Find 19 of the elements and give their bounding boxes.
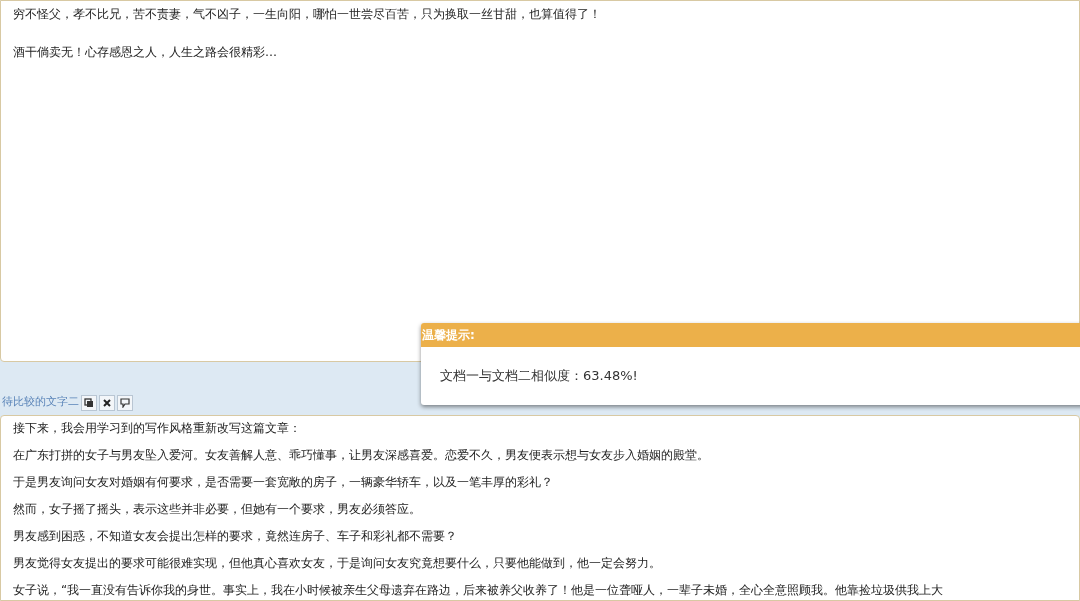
copy-icon [84,398,94,408]
dialog-message: 文档一与文档二相似度：63.48%! [440,367,638,386]
clear-button[interactable] [99,395,115,411]
close-icon [103,399,111,407]
field-label: 待比较的文字二 [2,394,79,410]
text-line: 男友感到困惑，不知道女友会提出怎样的要求，竟然连房子、车子和彩礼都不需要？ [13,528,458,545]
text-line: 接下来，我会用学习到的写作风格重新改写这篇文章： [13,420,302,437]
comment-button[interactable] [117,395,133,411]
paragraph: 穷不怪父，孝不比兄，苦不责妻，气不凶子，一生向阳，哪怕一世尝尽百苦，只为换取一丝甘甜，也算值得了！ [13,6,602,23]
copy-button[interactable] [81,395,97,411]
text-area[interactable] [0,415,1080,601]
text-line: 女子说，“我一直没有告诉你我的身世。事实上，我在小时候被亲生父母遗弃在路边，后来被养父收养了！他是一位聋哑人，一辈子未婚，全心全意照顾我。他靠捡垃圾供我上大 [13,582,945,599]
text-line: 在广东打拼的女子与男友坠入爱河。女友善解人意、乖巧懂事，让男友深感喜爱。恋爱不久，男友便表示想与女友步入婚姻的殿堂。 [13,447,710,464]
dialog-title: 温馨提示: [422,327,475,344]
text-line: 男友觉得女友提出的要求可能很难实现，但他真心喜欢女友，于是询问女友究竟想要什么，只要他能做到，他一定会努力。 [13,555,662,572]
speech-bubble-icon [120,398,130,408]
text-line: 然而，女子摇了摇头，表示这些并非必要，但她有一个要求，男友必须答应。 [13,501,422,518]
text-line: 于是男友询问女友对婚姻有何要求，是否需要一套宽敞的房子，一辆豪华轿车，以及一笔丰厚的彩礼？ [13,474,554,491]
paragraph: 酒干倘卖无！心存感恩之人，人生之路会很精彩… [13,44,278,61]
